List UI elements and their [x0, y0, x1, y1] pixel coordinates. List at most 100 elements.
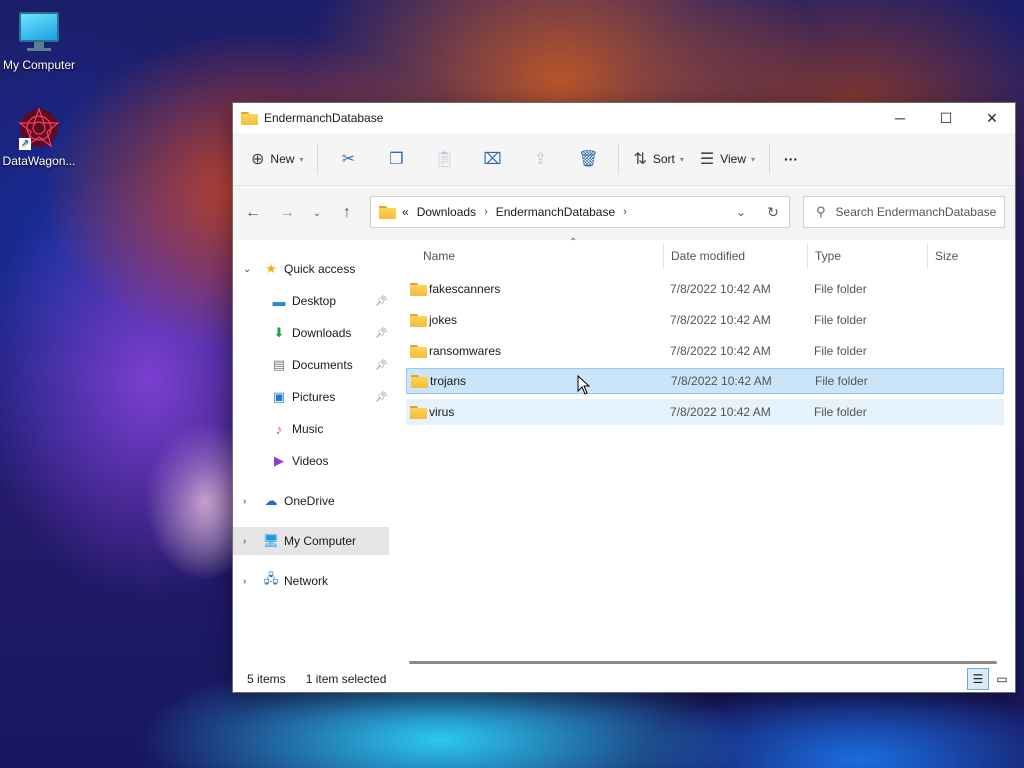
file-type: File folder	[814, 313, 867, 327]
folder-icon	[410, 344, 427, 358]
nav-item-videos[interactable]: ▶ Videos	[233, 447, 391, 475]
nav-label: My Computer	[284, 534, 357, 548]
delete-icon[interactable]: 🗑︎	[564, 142, 612, 176]
table-row-selected[interactable]: trojans 7/8/2022 10:42 AM File folder	[406, 368, 1004, 394]
nav-label: Music	[292, 422, 324, 436]
chevron-right-icon[interactable]: ›	[623, 206, 627, 218]
nav-item-onedrive[interactable]: › ☁ OneDrive	[233, 487, 391, 515]
new-button[interactable]: ⊕ New ▾	[243, 142, 311, 176]
column-divider[interactable]	[927, 243, 928, 269]
nav-item-network[interactable]: › 🖧︎ Network	[233, 567, 391, 595]
copy-icon[interactable]: ❐	[372, 142, 420, 176]
pin-icon: 📌︎	[375, 327, 388, 339]
column-divider[interactable]	[807, 243, 808, 269]
datawagon-shortcut-icon: ↗	[17, 106, 61, 150]
computer-icon: 🖥︎	[262, 533, 280, 548]
column-label: Type	[815, 249, 842, 263]
breadcrumb-endermanchdatabase[interactable]: EndermanchDatabase	[496, 205, 615, 219]
folder-icon	[411, 374, 428, 388]
breadcrumb-downloads[interactable]: Downloads	[417, 205, 476, 219]
folder-icon	[410, 313, 427, 327]
share-icon[interactable]: ⇪	[516, 142, 564, 176]
desktop-icon-datawagon[interactable]: ↗ DataWagon...	[0, 106, 79, 168]
up-arrow-icon[interactable]: ↑	[330, 204, 364, 222]
column-header-type[interactable]: Type	[815, 241, 927, 271]
column-header-size[interactable]: Size	[935, 241, 1005, 271]
search-input[interactable]	[833, 204, 998, 220]
nav-item-downloads[interactable]: ⬇ Downloads 📌︎	[233, 319, 391, 347]
pin-icon: 📌︎	[375, 391, 388, 403]
large-icons-view-icon[interactable]: ▭	[991, 668, 1013, 690]
file-date: 7/8/2022 10:42 AM	[671, 374, 772, 388]
file-name: ransomwares	[429, 344, 502, 358]
column-divider[interactable]	[663, 243, 664, 269]
refresh-icon[interactable]: ↻	[757, 204, 789, 221]
table-row[interactable]: ransomwares 7/8/2022 10:42 AM File folde…	[406, 338, 1004, 364]
search-box[interactable]: ⚲	[803, 196, 1005, 228]
address-bar[interactable]: « Downloads › EndermanchDatabase › ⌄ ↻	[370, 196, 790, 228]
desktop-icon-my-computer[interactable]: My Computer	[0, 10, 79, 72]
nav-label: OneDrive	[284, 494, 335, 508]
horizontal-scrollbar[interactable]	[409, 661, 997, 664]
folder-icon	[410, 282, 427, 296]
document-icon: ▤	[272, 357, 286, 372]
column-label: Size	[935, 249, 959, 263]
computer-icon	[17, 10, 61, 54]
details-view-icon[interactable]: ☰	[967, 668, 989, 690]
divider	[618, 144, 620, 174]
nav-item-documents[interactable]: ▤ Documents 📌︎	[233, 351, 391, 379]
close-button[interactable]: ✕	[969, 103, 1015, 133]
chevron-right-icon[interactable]: ›	[243, 496, 246, 507]
paste-icon[interactable]: 📋︎	[420, 142, 468, 176]
music-icon: ♪	[275, 421, 283, 437]
divider	[769, 144, 771, 174]
view-label: View	[720, 152, 747, 166]
folder-icon	[379, 205, 396, 219]
nav-item-desktop[interactable]: ▬ Desktop 📌︎	[233, 287, 391, 315]
cut-icon[interactable]: ✂	[324, 142, 372, 176]
download-icon: ⬇	[273, 325, 285, 340]
explorer-body: ⌄ ★ Quick access ▬ Desktop 📌︎ ⬇ Download…	[233, 237, 1015, 666]
video-icon: ▶	[274, 453, 284, 468]
view-button[interactable]: ☰ View ▾	[692, 142, 763, 176]
nav-label: Videos	[292, 454, 329, 468]
address-history-chevron-icon[interactable]: ⌄	[725, 205, 757, 219]
column-header-date[interactable]: Date modified	[671, 241, 807, 271]
forward-arrow-icon[interactable]: →	[270, 204, 304, 222]
chevron-down-icon: ▾	[679, 154, 684, 164]
more-options-button[interactable]: ···	[776, 142, 806, 176]
mouse-cursor-icon	[577, 375, 591, 395]
nav-label: Quick access	[284, 262, 356, 276]
column-label: Date modified	[671, 249, 746, 263]
back-arrow-icon[interactable]: ←	[236, 204, 270, 222]
maximize-button[interactable]: ☐	[923, 103, 969, 133]
sort-button[interactable]: ⇅ Sort ▾	[625, 142, 691, 176]
breadcrumb-overflow[interactable]: «	[402, 205, 409, 219]
shortcut-arrow-icon: ↗	[19, 138, 31, 150]
address-row: ← → ⌄ ↑ « Downloads › EndermanchDatabase…	[233, 186, 1015, 240]
minimize-button[interactable]: ─	[877, 103, 923, 133]
nav-item-music[interactable]: ♪ Music	[233, 415, 391, 443]
sort-ascending-icon: ⌃	[569, 237, 578, 248]
desktop-icon-label: My Computer	[2, 58, 76, 72]
table-row[interactable]: fakescanners 7/8/2022 10:42 AM File fold…	[406, 276, 1004, 302]
chevron-right-icon[interactable]: ›	[243, 576, 246, 587]
chevron-right-icon[interactable]: ›	[484, 206, 488, 218]
folder-icon	[241, 111, 258, 125]
table-row[interactable]: jokes 7/8/2022 10:42 AM File folder	[406, 307, 1004, 333]
title-bar[interactable]: EndermanchDatabase ─ ☐ ✕	[233, 103, 1015, 133]
column-header-name[interactable]: Name ⌃	[423, 237, 663, 271]
chevron-right-icon[interactable]: ›	[243, 536, 246, 547]
table-row-hovered[interactable]: virus 7/8/2022 10:42 AM File folder	[406, 399, 1004, 425]
recent-locations-chevron-icon[interactable]: ⌄	[304, 208, 330, 219]
file-list: Name ⌃ Date modified Type Size fakescann…	[391, 237, 1015, 666]
sort-label: Sort	[652, 152, 675, 166]
item-count: 5 items	[247, 672, 286, 686]
rename-icon[interactable]: ⌧	[468, 142, 516, 176]
file-type: File folder	[814, 405, 867, 419]
file-date: 7/8/2022 10:42 AM	[670, 405, 771, 419]
nav-item-pictures[interactable]: ▣ Pictures 📌︎	[233, 383, 391, 411]
nav-item-my-computer[interactable]: › 🖥︎ My Computer	[233, 527, 389, 555]
nav-quick-access[interactable]: ⌄ ★ Quick access	[233, 255, 391, 283]
chevron-down-icon[interactable]: ⌄	[243, 264, 251, 275]
